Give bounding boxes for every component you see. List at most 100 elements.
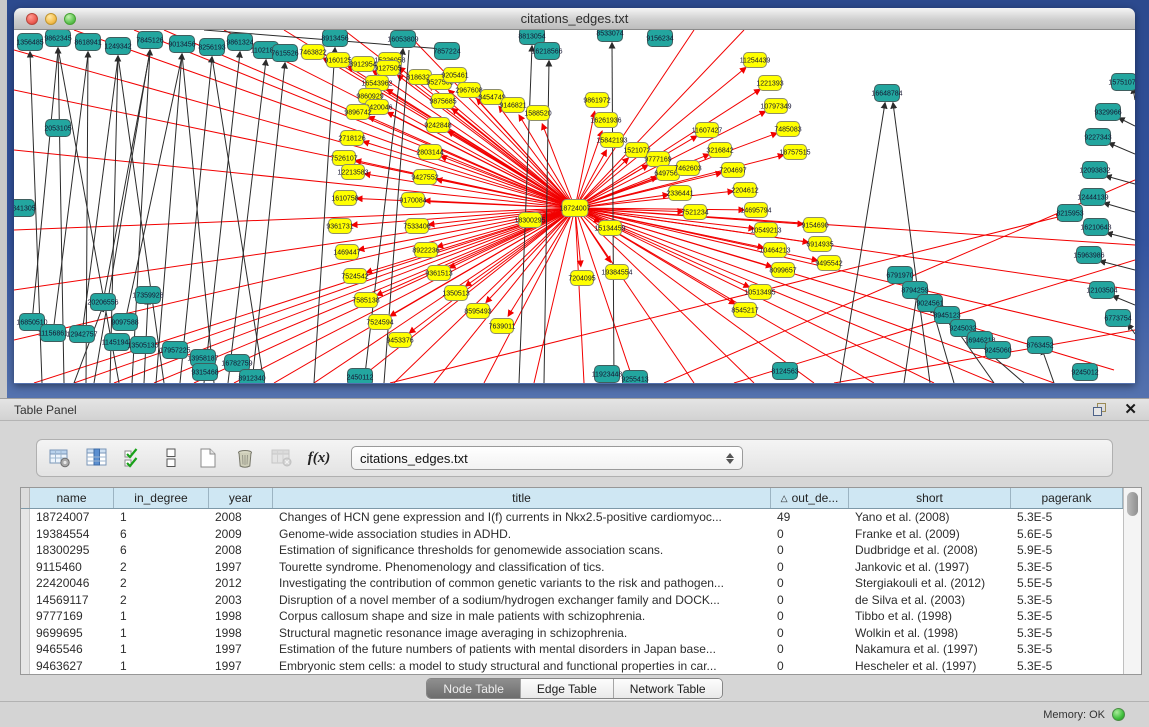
table-cell[interactable]: 9115460 (30, 559, 114, 576)
delete-table-button-disabled[interactable] (269, 445, 295, 471)
network-node[interactable]: 1841305 (14, 200, 36, 217)
table-row[interactable]: 946362711997Embryonic stem cells: a mode… (21, 658, 1141, 675)
network-node[interactable]: 9861324 (226, 34, 253, 51)
network-node[interactable]: 15134459 (594, 221, 625, 236)
network-node[interactable]: 9875685 (429, 94, 456, 109)
network-node[interactable]: 7524594 (366, 315, 393, 330)
table-cell[interactable]: 1 (114, 641, 209, 658)
column-header-outde[interactable]: △out_de... (771, 488, 849, 508)
network-node[interactable]: 14695794 (740, 203, 771, 218)
network-node[interactable]: 15751074 (1108, 74, 1135, 91)
network-node[interactable]: 12213583 (337, 165, 368, 180)
network-node[interactable]: 16053809 (387, 31, 418, 48)
network-node[interactable]: 7845126 (136, 32, 163, 49)
float-panel-icon[interactable] (1093, 403, 1108, 417)
network-node[interactable]: 9427552 (411, 170, 438, 185)
table-cell[interactable]: Estimation of the future numbers of pati… (273, 641, 771, 658)
network-node[interactable]: 9160125 (324, 53, 351, 68)
table-row[interactable]: 969969511998Structural magnetic resonanc… (21, 625, 1141, 642)
network-node[interactable]: 1249342 (104, 38, 131, 55)
network-node[interactable]: 20206556 (87, 294, 118, 311)
function-builder-button[interactable]: f(x) (306, 445, 332, 471)
network-node[interactable]: 11923448 (592, 366, 623, 383)
network-node[interactable]: 9245012 (1071, 364, 1098, 381)
table-cell[interactable]: Hescheler et al. (1997) (849, 658, 1011, 675)
network-node[interactable]: 9255413 (621, 371, 648, 384)
table-cell[interactable]: de Silva et al. (2003) (849, 592, 1011, 609)
table-cell[interactable]: Franke et al. (2009) (849, 526, 1011, 543)
select-all-rows-button[interactable] (121, 445, 147, 471)
table-source-select[interactable]: citations_edges.txt (351, 446, 743, 470)
network-node[interactable]: 6791970 (886, 267, 913, 284)
table-cell[interactable]: Estimation of significance thresholds fo… (273, 542, 771, 559)
table-cell[interactable]: Yano et al. (2008) (849, 509, 1011, 526)
table-cell[interactable]: 5.3E-5 (1011, 559, 1123, 576)
network-node[interactable]: 9170084 (399, 193, 426, 208)
network-node[interactable]: 16261936 (590, 113, 621, 128)
table-row[interactable]: 1456911722003Disruption of a novel membe… (21, 592, 1141, 609)
network-node[interactable]: 7521234 (681, 205, 708, 220)
network-node[interactable]: 9361513 (425, 266, 452, 281)
table-cell[interactable]: 9465546 (30, 641, 114, 658)
table-cell[interactable]: 9699695 (30, 625, 114, 642)
table-cell[interactable]: 5.5E-5 (1011, 575, 1123, 592)
table-cell[interactable]: 0 (771, 608, 849, 625)
network-node[interactable]: 7639011 (489, 319, 516, 334)
network-node[interactable]: 7204095 (568, 271, 595, 286)
network-node[interactable]: 17957225 (159, 342, 190, 359)
network-node[interactable]: 18757515 (779, 145, 810, 160)
table-cell[interactable]: Tourette syndrome. Phenomenology and cla… (273, 559, 771, 576)
network-node[interactable]: 7204697 (719, 163, 746, 178)
table-cell[interactable]: 6 (114, 542, 209, 559)
table-cell[interactable]: 1997 (209, 559, 273, 576)
close-panel-icon[interactable]: ✕ (1124, 403, 1137, 417)
network-node[interactable]: 16782759 (221, 355, 252, 372)
network-node[interactable]: 9361731 (326, 219, 353, 234)
table-cell[interactable]: 9463627 (30, 658, 114, 675)
network-node[interactable]: 12103504 (1086, 282, 1117, 299)
table-cell[interactable]: Stergiakouli et al. (2012) (849, 575, 1011, 592)
network-node[interactable]: 16218566 (531, 43, 562, 60)
network-node[interactable]: 9227343 (1084, 129, 1111, 146)
minimize-window-button[interactable] (45, 13, 57, 25)
table-cell[interactable]: 18300295 (30, 542, 114, 559)
network-node[interactable]: 1221393 (756, 76, 783, 91)
table-cell[interactable]: 5.3E-5 (1011, 608, 1123, 625)
network-node[interactable]: 8912340 (238, 370, 265, 384)
table-cell[interactable]: Wolkin et al. (1998) (849, 625, 1011, 642)
column-header-indegree[interactable]: in_degree (114, 488, 209, 508)
table-cell[interactable]: 5.3E-5 (1011, 592, 1123, 609)
network-node[interactable]: 9245060 (984, 342, 1011, 359)
network-node[interactable]: 12942757 (66, 326, 97, 343)
network-node[interactable]: 6914935 (806, 237, 833, 252)
table-cell[interactable]: 1 (114, 658, 209, 675)
network-node[interactable]: 8618941 (74, 34, 101, 51)
network-node[interactable]: 2718126 (338, 131, 365, 146)
table-row[interactable]: 977716911998Corpus callosum shape and si… (21, 608, 1141, 625)
vertical-scrollbar[interactable] (1123, 488, 1141, 674)
table-cell[interactable]: 5.3E-5 (1011, 658, 1123, 675)
table-cell[interactable]: 2 (114, 592, 209, 609)
table-cell[interactable]: Corpus callosum shape and size in male p… (273, 608, 771, 625)
table-cell[interactable]: 0 (771, 641, 849, 658)
network-node[interactable]: 3216842 (706, 143, 733, 158)
network-node[interactable]: 7857224 (433, 43, 460, 60)
table-cell[interactable]: 1998 (209, 625, 273, 642)
network-node[interactable]: 1469447 (333, 245, 360, 260)
network-node[interactable]: 7533406 (403, 219, 430, 234)
network-node[interactable]: 18300295 (514, 213, 545, 228)
network-node[interactable]: 1356485 (16, 34, 43, 51)
network-node[interactable]: 2450112 (347, 369, 374, 384)
tab-edge-table[interactable]: Edge Table (520, 679, 613, 698)
network-node[interactable]: 9146821 (499, 98, 526, 113)
network-node[interactable]: 19384554 (601, 265, 632, 280)
network-node[interactable]: 12444139 (1077, 189, 1108, 206)
network-node[interactable]: 2204612 (731, 183, 758, 198)
table-cell[interactable]: Genome-wide association studies in ADHD. (273, 526, 771, 543)
network-node[interactable]: 11156861 (38, 325, 68, 342)
table-cell[interactable]: 6 (114, 526, 209, 543)
network-node[interactable]: 7526107 (330, 151, 357, 166)
table-cell[interactable]: 1997 (209, 658, 273, 675)
table-cell[interactable]: 2008 (209, 509, 273, 526)
network-node[interactable]: 8533074 (596, 30, 623, 42)
